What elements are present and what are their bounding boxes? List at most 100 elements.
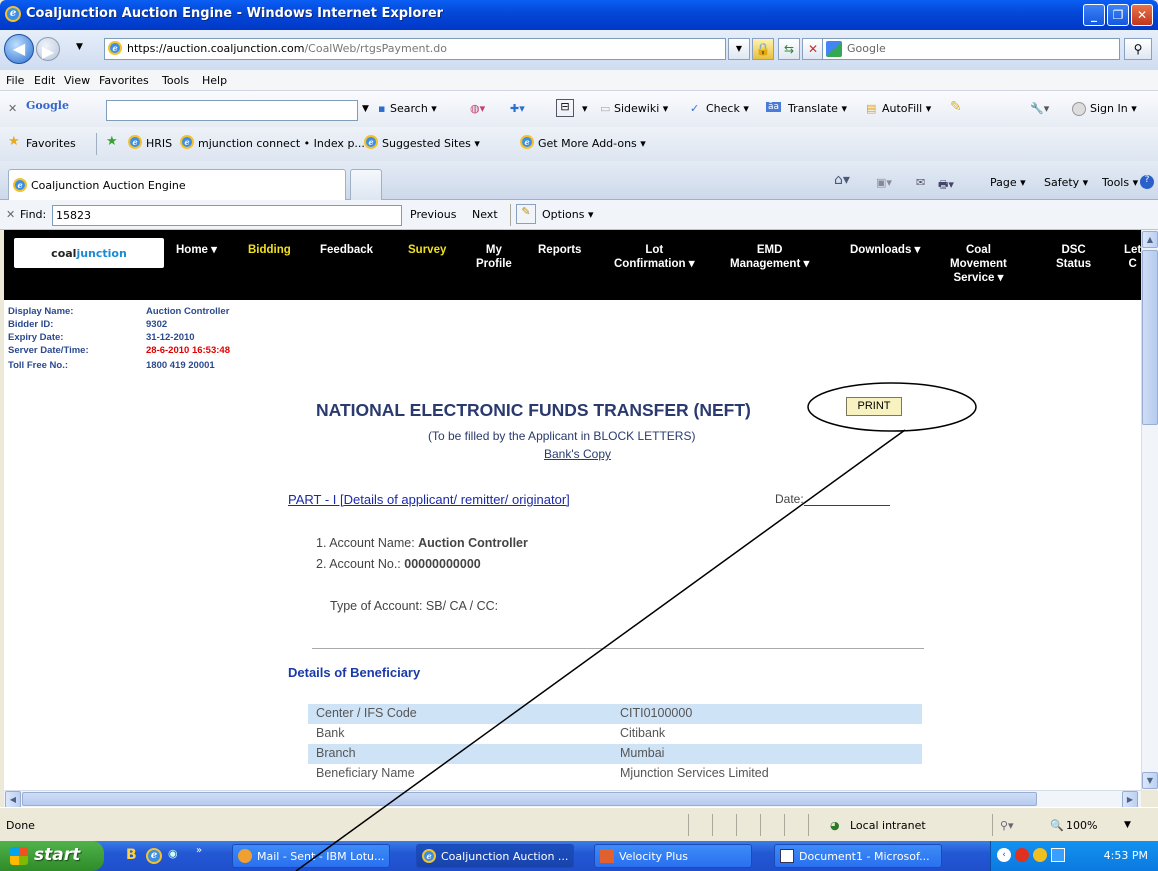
sidewiki-button[interactable]: Sidewiki ▾: [614, 102, 668, 115]
nav-dsc-status[interactable]: DSC Status: [1056, 243, 1091, 271]
feeds-icon[interactable]: ▣▾: [876, 176, 892, 189]
table-row: Branch Mumbai: [308, 744, 922, 764]
zoom-dropdown-icon[interactable]: ▼: [1124, 820, 1131, 830]
windows-logo-icon: [10, 847, 28, 865]
bookmark-icon[interactable]: ✚▾: [510, 102, 525, 115]
stop-icon[interactable]: ✕: [802, 38, 824, 60]
find-input[interactable]: 15823: [52, 205, 402, 226]
system-tray: ‹ 4:53 PM: [990, 841, 1158, 871]
quicklaunch-ie-icon[interactable]: e: [146, 848, 162, 864]
scroll-up-icon[interactable]: ▲: [1142, 231, 1158, 248]
nav-survey[interactable]: Survey: [408, 243, 446, 257]
task-velocity-plus[interactable]: Velocity Plus: [594, 844, 752, 868]
page-viewport: coaljunction Home ▾ Bidding Feedback Sur…: [4, 230, 1141, 790]
scroll-left-icon[interactable]: ◀: [5, 791, 21, 808]
coaljunction-logo[interactable]: coaljunction: [14, 238, 164, 268]
safety-menu[interactable]: Safety ▾: [1044, 176, 1088, 189]
task-lotus-notes[interactable]: Mail - Sent - IBM Lotu...: [232, 844, 390, 868]
minimize-button[interactable]: _: [1083, 4, 1105, 26]
tray-app2-icon[interactable]: [1033, 848, 1047, 862]
favorites-button[interactable]: Favorites: [26, 137, 76, 150]
google-search-input[interactable]: [106, 100, 358, 121]
nav-emd-management[interactable]: EMD Management ▾: [730, 243, 809, 271]
fav-get-addons[interactable]: Get More Add-ons ▾: [538, 137, 646, 150]
quicklaunch-app-icon[interactable]: ◉: [168, 847, 178, 860]
search-go-icon[interactable]: ⚲: [1124, 38, 1152, 60]
task-coaljunction[interactable]: e Coaljunction Auction ...: [416, 844, 574, 868]
address-dropdown-icon[interactable]: ▼: [728, 38, 750, 60]
new-tab-button[interactable]: [350, 169, 382, 200]
horizontal-scrollbar[interactable]: ◀ ▶: [4, 790, 1141, 808]
tray-network-icon[interactable]: [1051, 848, 1065, 862]
zoom-level[interactable]: 100%: [1066, 819, 1097, 832]
tray-expand-icon[interactable]: ‹: [997, 848, 1011, 862]
nav-reports[interactable]: Reports: [538, 243, 581, 257]
scroll-down-icon[interactable]: ▼: [1142, 772, 1158, 789]
nav-downloads[interactable]: Downloads ▾: [850, 243, 920, 257]
signin-button[interactable]: Sign In ▾: [1090, 102, 1137, 115]
popup-icon[interactable]: ⊟: [556, 99, 574, 117]
lock-icon[interactable]: 🔒: [752, 38, 774, 60]
menu-help[interactable]: Help: [202, 74, 227, 87]
close-toolbar-icon[interactable]: ✕: [8, 102, 17, 115]
google-search-button[interactable]: Search ▾: [390, 102, 437, 115]
nav-home[interactable]: Home ▾: [176, 243, 217, 257]
find-previous-button[interactable]: Previous: [410, 208, 457, 221]
close-find-icon[interactable]: ✕: [6, 208, 15, 221]
history-dropdown-icon[interactable]: ▼: [76, 42, 83, 52]
tray-app1-icon[interactable]: [1015, 848, 1029, 862]
start-button[interactable]: start: [0, 841, 104, 871]
quicklaunch-b-icon[interactable]: B: [126, 847, 137, 863]
mail-icon[interactable]: ✉: [916, 176, 925, 189]
task-word-document[interactable]: Document1 - Microsof...: [774, 844, 942, 868]
vertical-scrollbar[interactable]: ▲ ▼: [1141, 230, 1158, 790]
help-icon[interactable]: ?: [1140, 175, 1154, 189]
page-menu[interactable]: Page ▾: [990, 176, 1026, 189]
address-bar[interactable]: e https://auction.coaljunction.com/CoalW…: [104, 38, 726, 60]
tools-menu[interactable]: Tools ▾: [1102, 176, 1138, 189]
nav-bidding[interactable]: Bidding: [248, 243, 291, 257]
print-button[interactable]: PRINT: [846, 397, 902, 416]
menu-view[interactable]: View: [64, 74, 90, 87]
vertical-scroll-thumb[interactable]: [1142, 250, 1158, 425]
menu-favorites[interactable]: Favorites: [99, 74, 149, 87]
maximize-button[interactable]: ❐: [1107, 4, 1129, 26]
share-icon[interactable]: ◍▾: [470, 102, 485, 115]
popup-dropdown-icon[interactable]: ▾: [582, 102, 588, 115]
find-next-button[interactable]: Next: [472, 208, 498, 221]
account-name-label: 1. Account Name:: [316, 536, 419, 550]
close-button[interactable]: ✕: [1131, 4, 1153, 26]
home-icon[interactable]: ⌂▾: [834, 172, 850, 188]
scroll-right-icon[interactable]: ▶: [1122, 791, 1138, 808]
protected-mode-icon[interactable]: ⚲▾: [1000, 819, 1014, 832]
nav-my-profile[interactable]: My Profile: [476, 243, 512, 271]
fav-hris[interactable]: HRIS: [146, 137, 172, 150]
forward-button[interactable]: ▶: [36, 37, 60, 61]
menu-tools[interactable]: Tools: [162, 74, 189, 87]
highlight-icon[interactable]: ✎: [950, 99, 962, 115]
google-dropdown-icon[interactable]: ▼: [362, 104, 369, 114]
tab-coaljunction[interactable]: e Coaljunction Auction Engine: [8, 169, 346, 200]
translate-button[interactable]: Translate ▾: [788, 102, 847, 115]
search-input[interactable]: Google: [822, 38, 1120, 60]
nav-truncated[interactable]: Let C: [1124, 243, 1141, 271]
quicklaunch-more-icon[interactable]: »: [196, 845, 202, 856]
fav-suggested-sites[interactable]: Suggested Sites ▾: [382, 137, 480, 150]
settings-wrench-icon[interactable]: 🔧▾: [1030, 102, 1049, 115]
refresh-icon[interactable]: ⇆: [778, 38, 800, 60]
fav-mjunction[interactable]: mjunction connect • Index p...: [198, 137, 365, 150]
add-favorite-icon[interactable]: ★: [106, 134, 118, 149]
nav-lot-confirmation[interactable]: Lot Confirmation ▾: [614, 243, 695, 271]
nav-coal-movement-service[interactable]: Coal Movement Service ▾: [950, 243, 1007, 285]
highlight-matches-icon[interactable]: ✎: [516, 204, 536, 224]
menu-edit[interactable]: Edit: [34, 74, 55, 87]
window-title-bar[interactable]: e Coaljunction Auction Engine - Windows …: [0, 0, 1158, 30]
back-button[interactable]: ◀: [4, 34, 34, 64]
autofill-button[interactable]: AutoFill ▾: [882, 102, 931, 115]
print-icon[interactable]: 🖶▾: [938, 176, 954, 195]
horizontal-scroll-thumb[interactable]: [22, 792, 1037, 806]
check-button[interactable]: Check ▾: [706, 102, 749, 115]
nav-feedback[interactable]: Feedback: [320, 243, 373, 257]
find-options-button[interactable]: Options ▾: [542, 208, 593, 221]
menu-file[interactable]: File: [6, 74, 24, 87]
